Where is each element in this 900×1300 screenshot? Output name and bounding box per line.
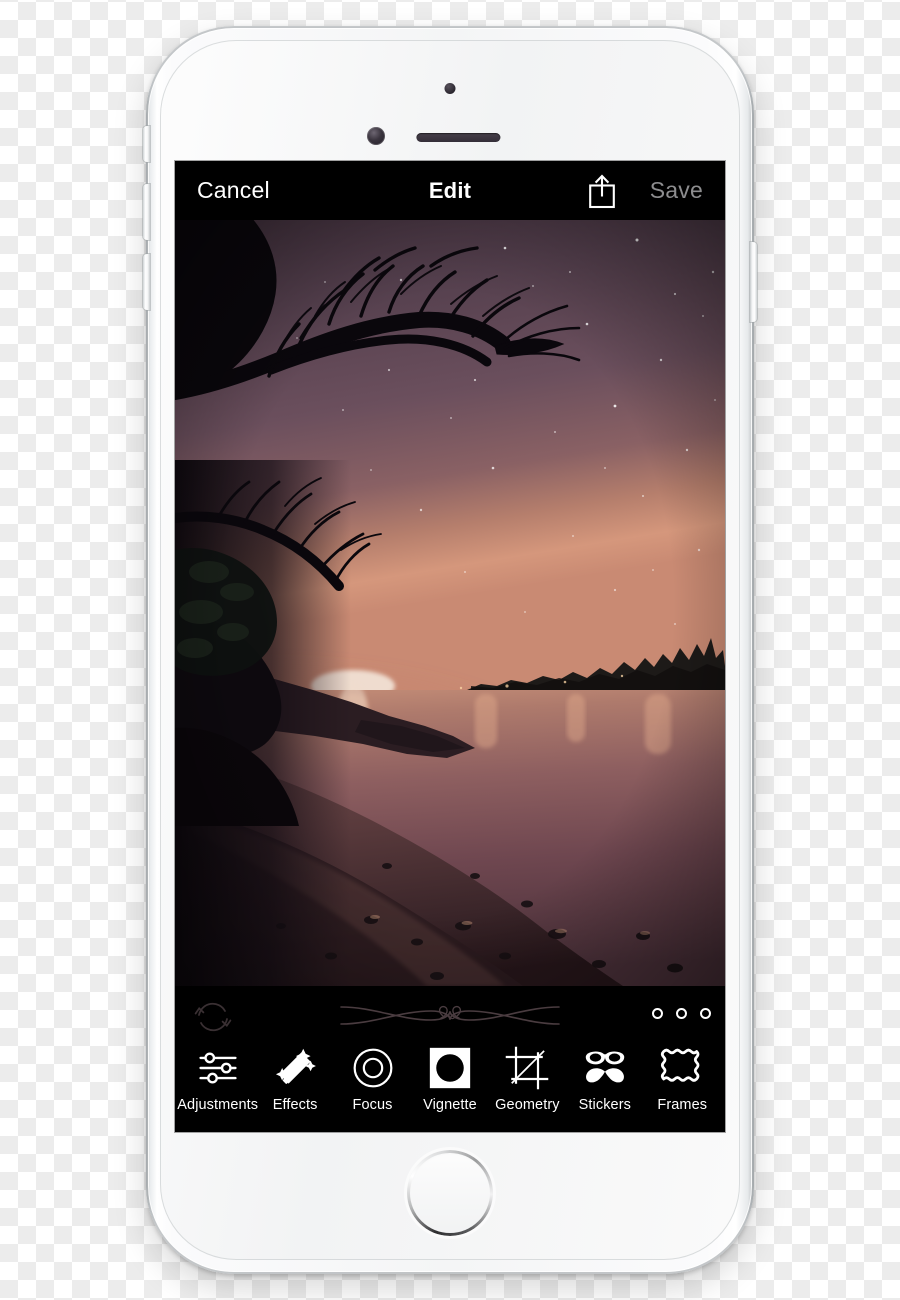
earpiece-speaker — [416, 133, 501, 142]
proximity-sensor-icon — [444, 83, 456, 94]
page-title: Edit — [428, 177, 472, 203]
undo-refresh-icon[interactable] — [189, 993, 237, 1041]
tool-label: Effects — [272, 1097, 318, 1113]
phone-device: Cancel Edit Save Adjustments Effects Foc… — [143, 26, 757, 1274]
tool-label: Frames — [657, 1097, 708, 1113]
page-indicator-dots[interactable] — [652, 1008, 711, 1019]
mute-switch[interactable] — [143, 126, 150, 162]
tool-label: Adjustments — [177, 1097, 259, 1113]
tool-effects[interactable]: Effects — [259, 1044, 331, 1113]
sliders-icon — [194, 1044, 242, 1092]
crop-icon — [503, 1044, 551, 1092]
phone-screen: Cancel Edit Save Adjustments Effects Foc… — [175, 161, 725, 1132]
tool-stickers[interactable]: Stickers — [569, 1044, 641, 1113]
tool-label: Stickers — [578, 1097, 631, 1113]
tool-label: Vignette — [423, 1097, 477, 1113]
tool-label: Geometry — [495, 1097, 560, 1113]
power-button[interactable] — [750, 242, 757, 322]
home-button[interactable] — [407, 1150, 493, 1236]
tool-focus[interactable]: Focus — [337, 1044, 409, 1113]
photo-preview[interactable] — [175, 220, 725, 986]
page-dot[interactable] — [700, 1008, 711, 1019]
volume-up-button[interactable] — [143, 184, 150, 240]
wavy-frame-icon — [658, 1044, 706, 1092]
vignette-icon — [426, 1044, 474, 1092]
editor-tool-area: Adjustments Effects Focus Vignette Geome… — [175, 986, 725, 1132]
concentric-circles-icon — [349, 1044, 397, 1092]
edit-nav-bar: Cancel Edit Save — [175, 161, 725, 220]
save-button[interactable]: Save — [650, 177, 703, 204]
decorative-flourish-icon — [339, 994, 561, 1038]
magic-wand-icon — [271, 1044, 319, 1092]
share-icon[interactable] — [585, 173, 619, 209]
volume-down-button[interactable] — [143, 254, 150, 310]
tool-adjustments[interactable]: Adjustments — [177, 1044, 258, 1113]
tool-geometry[interactable]: Geometry — [491, 1044, 563, 1113]
photo-image — [175, 220, 725, 986]
tool-vignette[interactable]: Vignette — [414, 1044, 486, 1113]
page-dot[interactable] — [652, 1008, 663, 1019]
glasses-mustache-icon — [581, 1044, 629, 1092]
tool-row: Adjustments Effects Focus Vignette Geome… — [175, 1044, 725, 1128]
page-dot[interactable] — [676, 1008, 687, 1019]
tool-label: Focus — [352, 1097, 393, 1113]
front-camera-icon — [367, 127, 385, 145]
tool-frames[interactable]: Frames — [646, 1044, 718, 1113]
